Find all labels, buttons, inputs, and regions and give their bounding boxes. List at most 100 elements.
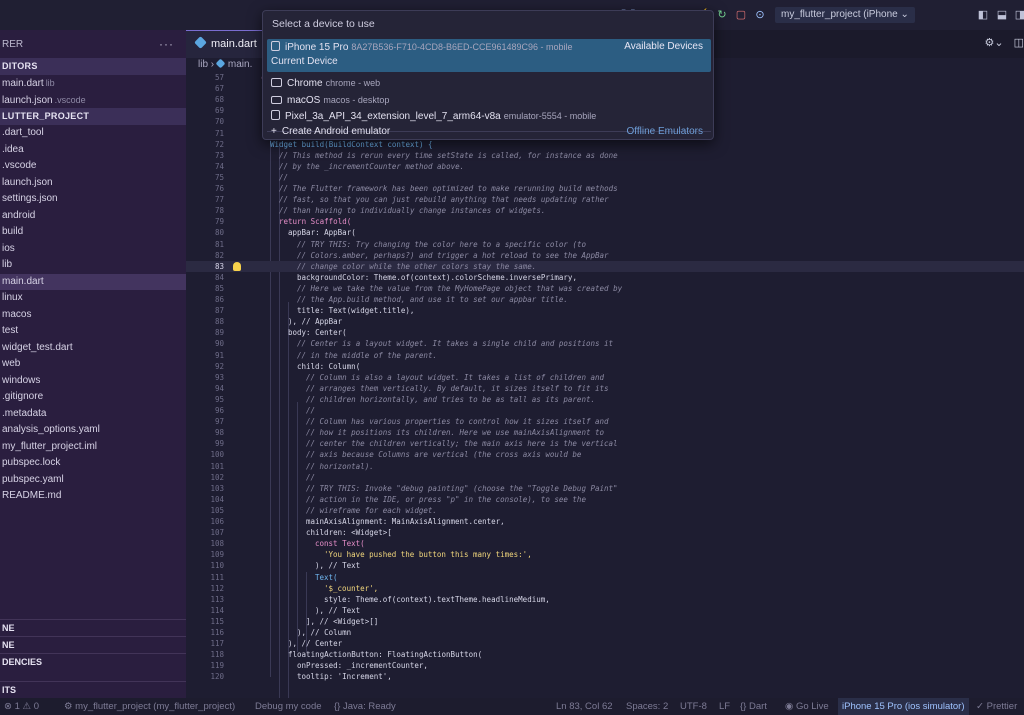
debug-config-select[interactable]: my_flutter_project (iPhone ⌄: [775, 7, 915, 23]
quick-pick-input[interactable]: Select a device to use: [269, 14, 707, 34]
file-tree-item[interactable]: linux: [0, 290, 186, 307]
code-text: appBar: AppBar(: [288, 228, 356, 238]
code-text: // Column has various properties to cont…: [306, 417, 609, 427]
create-emulator-option[interactable]: + Create Android emulator Offline Emulato…: [267, 124, 711, 140]
code-line: 90 // Center is a layout widget. It takes…: [186, 338, 1024, 349]
file-tree-item[interactable]: analysis_options.yaml: [0, 422, 186, 439]
device-option-iphone[interactable]: iPhone 15 Pro 8A27B536-F710-4CD8-B6ED-CCE…: [267, 39, 711, 72]
go-live-item[interactable]: ◉ Go Live: [785, 698, 829, 715]
java-status-item[interactable]: {} Java: Ready: [334, 698, 396, 715]
code-text: ), // Center: [288, 639, 343, 649]
phone-icon: [271, 41, 280, 51]
sidebar-section-collapsed[interactable]: ITS: [0, 681, 186, 698]
more-actions-icon[interactable]: ···: [159, 37, 174, 51]
device-quick-pick: Select a device to use iPhone 15 Pro 8A27…: [262, 10, 714, 140]
line-number: 82: [214, 250, 224, 260]
code-editor[interactable]: 57class _67void68});69}7071@overr72Widge…: [186, 72, 1024, 702]
line-number: 115: [210, 616, 224, 626]
file-tree-item[interactable]: test: [0, 323, 186, 340]
flutter-project-item[interactable]: ⚙ my_flutter_project (my_flutter_project…: [64, 698, 235, 715]
split-editor-icon[interactable]: ◫: [1014, 36, 1024, 49]
line-number: 72: [214, 139, 224, 149]
file-tree-item[interactable]: android: [0, 208, 186, 225]
tab-main-dart[interactable]: main.dart: [186, 30, 264, 58]
file-tree-item[interactable]: my_flutter_project.iml: [0, 439, 186, 456]
lightbulb-icon[interactable]: [233, 261, 241, 271]
code-text: ], // <Widget>[]: [306, 616, 379, 626]
device-selector-item[interactable]: iPhone 15 Pro (ios simulator): [838, 698, 969, 715]
breadcrumb-file[interactable]: main.: [228, 59, 252, 70]
file-tree-item[interactable]: .vscode: [0, 158, 186, 175]
file-tree-item[interactable]: pubspec.yaml: [0, 472, 186, 489]
device-option-pixel[interactable]: Pixel_3a_API_34_extension_level_7_arm64-…: [267, 108, 711, 124]
sidebar-bottom-sections: NE NE DENCIES ITS: [0, 619, 186, 698]
file-tree-item[interactable]: README.md: [0, 488, 186, 505]
code-text: style: Theme.of(context).textTheme.headl…: [324, 594, 550, 604]
file-tree-item[interactable]: .idea: [0, 142, 186, 159]
file-tree-item[interactable]: build: [0, 224, 186, 241]
desktop-icon: [271, 96, 282, 104]
code-line: 97 // Column has various properties to co…: [186, 416, 1024, 427]
project-section[interactable]: LUTTER_PROJECT: [0, 108, 186, 125]
file-tree-item[interactable]: launch.json: [0, 175, 186, 192]
file-tree-item[interactable]: lib: [0, 257, 186, 274]
code-line: 91 // in the middle of the parent.: [186, 350, 1024, 361]
line-number: 76: [214, 184, 224, 193]
encoding-item[interactable]: UTF-8: [680, 698, 707, 715]
cursor-position-item[interactable]: Ln 83, Col 62: [556, 698, 613, 715]
code-text: 'You have pushed the button this many ti…: [324, 550, 532, 560]
code-line: 84 backgroundColor: Theme.of(context).col…: [186, 272, 1024, 283]
debug-config-item[interactable]: Debug my code: [255, 698, 322, 715]
toggle-panel-icon[interactable]: ⬓: [995, 8, 1009, 22]
sidebar-section-collapsed[interactable]: NE: [0, 636, 186, 653]
indentation-item[interactable]: Spaces: 2: [626, 698, 668, 715]
line-number: 105: [210, 505, 224, 515]
sidebar-section-collapsed[interactable]: DENCIES: [0, 653, 186, 670]
code-line: 92 child: Column(: [186, 361, 1024, 372]
toggle-sidebar-icon[interactable]: ◧: [976, 8, 990, 22]
code-text: // Column is also a layout widget. It ta…: [306, 372, 605, 382]
code-text: child: Column(: [297, 361, 361, 371]
line-number: 77: [214, 195, 224, 205]
language-mode-item[interactable]: {} Dart: [740, 698, 767, 715]
open-editor-item[interactable]: main.dart lib: [0, 75, 186, 92]
dart-file-icon: [194, 36, 207, 49]
breadcrumb-folder[interactable]: lib: [198, 59, 208, 70]
toggle-secondary-sidebar-icon[interactable]: ◨: [1013, 8, 1024, 22]
hot-restart-icon[interactable]: ↻: [714, 6, 730, 24]
sidebar-section-collapsed[interactable]: NE: [0, 619, 186, 636]
line-number: 95: [214, 394, 224, 404]
line-number: 98: [214, 428, 224, 438]
code-line: 113 style: Theme.of(context).textTheme.he…: [186, 594, 1024, 605]
file-tree-item[interactable]: .metadata: [0, 406, 186, 423]
code-text: // children horizontally, and tries to b…: [306, 394, 595, 404]
explorer-title: RER: [2, 38, 24, 50]
file-tree-item[interactable]: pubspec.lock: [0, 455, 186, 472]
file-tree-item[interactable]: macos: [0, 307, 186, 324]
debug-run-icon[interactable]: ⚙⌄: [985, 36, 1004, 49]
device-option-chrome[interactable]: Chrome chrome - web: [267, 75, 711, 91]
file-tree-item[interactable]: web: [0, 356, 186, 373]
line-number: 111: [210, 572, 224, 582]
stop-icon[interactable]: ▢: [733, 6, 749, 24]
file-tree-item[interactable]: main.dart: [0, 273, 186, 290]
prettier-item[interactable]: ✓ Prettier: [976, 698, 1017, 715]
problems-indicator[interactable]: ⊗ 1 ⚠ 0: [4, 698, 39, 715]
code-text: backgroundColor: Theme.of(context).color…: [297, 272, 577, 282]
device-option-macos[interactable]: macOS macos - desktop: [267, 92, 711, 108]
file-tree-item[interactable]: .dart_tool: [0, 125, 186, 142]
eol-item[interactable]: LF: [719, 698, 730, 715]
line-number: 101: [210, 461, 224, 471]
file-tree-item[interactable]: widget_test.dart: [0, 340, 186, 357]
code-text: ), // Column: [297, 628, 352, 637]
file-tree-item[interactable]: settings.json: [0, 191, 186, 208]
code-text: //: [306, 406, 316, 415]
inspect-widget-icon[interactable]: ⊙: [752, 6, 768, 24]
open-editors-section[interactable]: DITORS: [0, 58, 186, 75]
open-editor-item[interactable]: launch.json .vscode: [0, 92, 186, 109]
file-tree-item[interactable]: windows: [0, 373, 186, 390]
code-line: 101 // horizontal).: [186, 461, 1024, 472]
file-tree-item[interactable]: ios: [0, 241, 186, 258]
file-tree-item[interactable]: .gitignore: [0, 389, 186, 406]
code-text: Text(: [315, 572, 338, 582]
